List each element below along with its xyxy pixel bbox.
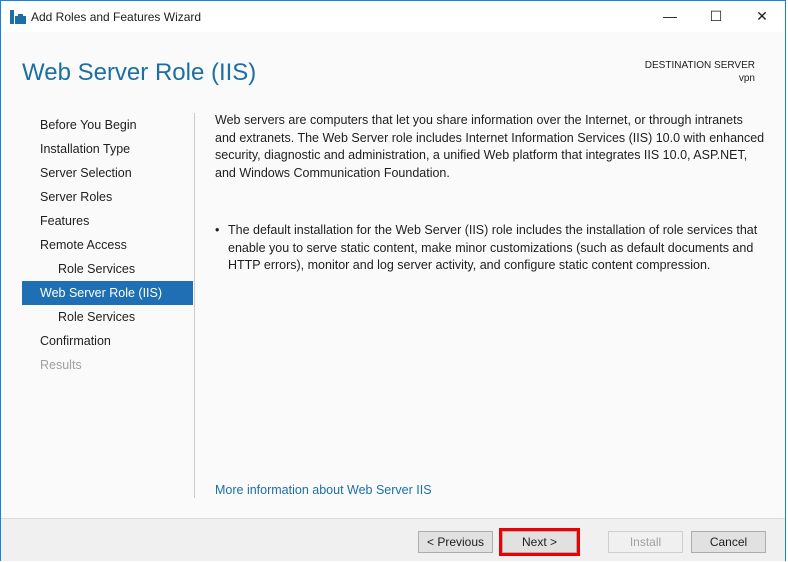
window-title: Add Roles and Features Wizard: [31, 10, 202, 24]
destination-value: vpn: [738, 73, 755, 84]
button-bar: < Previous Next > Install Cancel: [1, 518, 785, 561]
minimize-button[interactable]: —: [647, 1, 693, 32]
nav-results: Results: [40, 358, 82, 372]
nav-remote-access[interactable]: Remote Access: [22, 233, 193, 257]
nav-installation-type[interactable]: Installation Type: [22, 137, 193, 161]
nav-before-you-begin[interactable]: Before You Begin: [22, 113, 193, 137]
next-button[interactable]: Next >: [502, 531, 577, 553]
page-title: Web Server Role (IIS): [22, 59, 257, 86]
divider: [194, 113, 195, 498]
nav-features[interactable]: Features: [22, 209, 193, 233]
close-button[interactable]: ✕: [739, 1, 785, 32]
nav-server-roles[interactable]: Server Roles: [22, 185, 193, 209]
more-info-link[interactable]: More information about Web Server IIS: [215, 483, 432, 497]
bullet-text: The default installation for the Web Ser…: [215, 222, 765, 275]
wizard-nav: Before You Begin Installation Type Serve…: [22, 113, 193, 377]
cancel-button[interactable]: Cancel: [691, 531, 766, 553]
intro-text: Web servers are computers that let you s…: [215, 113, 765, 180]
maximize-button[interactable]: ☐: [693, 1, 739, 32]
nav-iis-role-services[interactable]: Role Services: [22, 305, 193, 329]
destination-server: DESTINATION SERVER vpn: [645, 59, 755, 85]
nav-remote-access-role-services[interactable]: Role Services: [22, 257, 193, 281]
install-button: Install: [608, 531, 683, 553]
nav-server-selection[interactable]: Server Selection: [22, 161, 193, 185]
server-manager-icon: [10, 10, 26, 24]
nav-confirmation[interactable]: Confirmation: [22, 329, 193, 353]
nav-web-server-role[interactable]: Web Server Role (IIS): [22, 281, 193, 305]
previous-button[interactable]: < Previous: [418, 531, 493, 553]
destination-label: DESTINATION SERVER: [644, 60, 755, 71]
title-bar: Add Roles and Features Wizard — ☐ ✕: [1, 1, 785, 32]
wizard-window: Add Roles and Features Wizard — ☐ ✕ Web …: [0, 0, 786, 561]
